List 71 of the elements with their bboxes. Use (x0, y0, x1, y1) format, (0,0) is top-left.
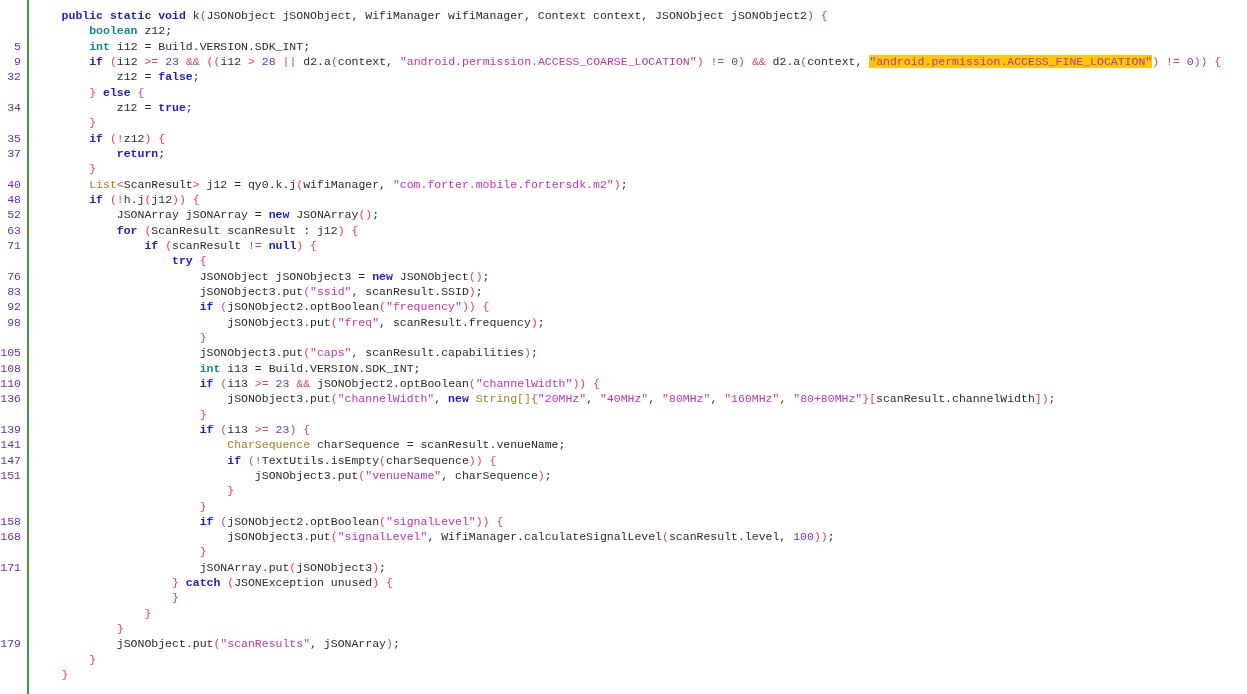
line-number: 179 (0, 636, 22, 652)
code-line: JSONObject jSONObject3 = new JSONObject(); (198, 268, 491, 284)
code-line: if (jSONObject2.optBoolean("signalLevel")) { (198, 513, 505, 530)
line-number: 147 (0, 452, 22, 468)
code-line: jSONObject3.put("caps", scanResult.capabilities); (198, 345, 539, 361)
code-line: jSONObject3.put("freq", scanResult.frequency); (226, 314, 546, 330)
line-number: 35 (6, 130, 22, 146)
line-number: 76 (6, 268, 22, 284)
code-line: CharSequence charSequence = scanResult.venueName; (226, 437, 567, 453)
code-line: } (171, 590, 180, 606)
code-line: List<ScanResult> j12 = qy0.k.j(wifiManager, "com.forter.mobile.fortersdk.m2"); (88, 176, 629, 192)
code-line: } (198, 498, 208, 514)
line-number: 158 (0, 513, 22, 530)
line-number: 168 (0, 529, 22, 545)
code-line: } catch (JSONException unused) { (171, 575, 394, 591)
line-number: 52 (6, 207, 22, 223)
code-line: if (i13 >= 23) { (198, 421, 312, 438)
code-line: if (i13 >= 23 && jSONObject2.optBoolean("channelWidth")) { (198, 375, 601, 392)
line-number: 71 (6, 237, 22, 254)
code-line: jSONObject3.put("channelWidth", new String[]{"20MHz", "40MHz", "80MHz", "160MHz", "80+80MHz"}[scanResult.channelWidth]); (226, 391, 1057, 407)
code-line: jSONObject3.put("signalLevel", WifiManager.calculateSignalLevel(scanResult.level, 100)); (226, 529, 836, 545)
code-line: jSONArray.put(jSONObject3); (198, 559, 387, 576)
code-line: } (88, 651, 98, 668)
line-number: 108 (0, 360, 22, 376)
line-number: 5 (13, 38, 22, 54)
code-line: return; (115, 145, 167, 162)
line-number: 32 (6, 69, 22, 85)
line-number: 110 (0, 375, 22, 392)
line-number: 48 (6, 191, 22, 208)
line-number: 63 (6, 222, 22, 238)
code-line: } (143, 605, 153, 622)
code-line: z12 = true; (115, 99, 194, 116)
code-line: } else { (88, 84, 146, 100)
line-number: 136 (0, 391, 22, 407)
code-line: int i13 = Build.VERSION.SDK_INT; (198, 360, 422, 376)
line-number: 40 (6, 176, 22, 192)
code-line: int i12 = Build.VERSION.SDK_INT; (88, 38, 312, 54)
code-line: jSONObject3.put("ssid", scanResult.SSID); (198, 283, 484, 300)
code-line: try { (171, 253, 208, 269)
line-number: 151 (0, 467, 22, 484)
code-line: } (88, 161, 98, 177)
code-line: if (!h.j(j12)) { (88, 191, 201, 208)
line-number: 171 (0, 559, 22, 576)
code-line: } (198, 406, 208, 422)
line-number: 139 (0, 421, 22, 438)
line-number: 92 (6, 299, 22, 315)
line-number: 141 (0, 437, 22, 453)
line-number: 98 (6, 314, 22, 330)
code-line: boolean z12; (88, 23, 174, 39)
code-line: } (226, 483, 236, 499)
code-line: } (60, 667, 70, 683)
code-line: if (!z12) { (88, 130, 167, 146)
line-number: 105 (0, 345, 22, 361)
line-number: 34 (6, 99, 22, 116)
code-line: } (198, 544, 208, 560)
code-line: } (198, 329, 208, 346)
code-line: public static void k(JSONObject jSONObject, WifiManager wifiManager, Context context, JSONObject jSONObject2) { (60, 8, 829, 24)
code-line: if (i12 >= 23 && ((i12 > 28 || d2.a(context, "android.permission.ACCESS_COARSE_LOCATION") != 0) && d2.a(context, "android.permission.ACCESS_FINE_LOCATION") != 0)) { (88, 54, 1223, 70)
line-number: 83 (6, 283, 22, 300)
code-line: } (88, 115, 98, 131)
code-line: for (ScanResult scanResult : j12) { (115, 222, 360, 238)
code-line: } (115, 621, 125, 637)
line-number: 9 (13, 54, 22, 70)
code-line: JSONArray jSONArray = new JSONArray(); (115, 207, 381, 223)
code-line: if (jSONObject2.optBoolean("frequency")) { (198, 299, 491, 315)
code-line: jSONObject3.put("venueName", charSequence); (253, 467, 553, 484)
code-line: if (scanResult != null) { (143, 237, 318, 254)
code-line: if (!TextUtils.isEmpty(charSequence)) { (226, 452, 498, 468)
line-number: 37 (6, 145, 22, 162)
code-line: z12 = false; (115, 69, 201, 85)
code-line: jSONObject.put("scanResults", jSONArray); (115, 636, 401, 652)
